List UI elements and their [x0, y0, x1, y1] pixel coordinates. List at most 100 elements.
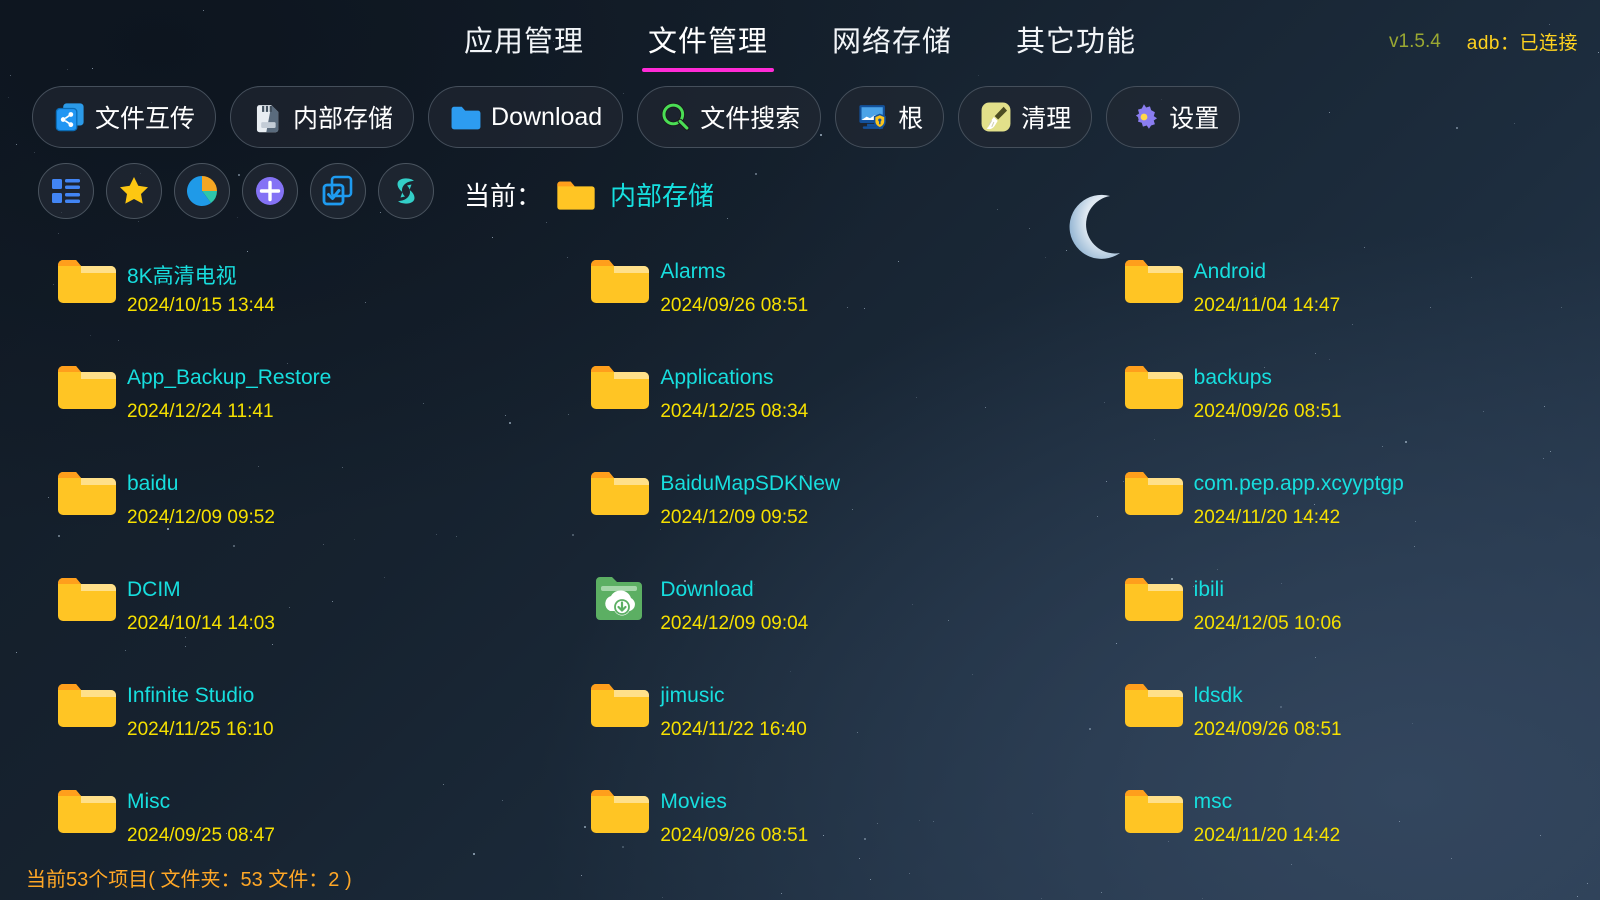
file-name: ibili: [1193, 578, 1224, 601]
file-grid-item[interactable]: ibili 2024/12/05 10:06: [1067, 562, 1600, 668]
nav-tab-3[interactable]: 网络存储: [826, 18, 958, 72]
root-monitor-shield-icon: [856, 100, 890, 134]
file-grid-item[interactable]: jimusic 2024/11/22 16:40: [533, 668, 1066, 774]
folder-icon: [1124, 362, 1184, 412]
status-bar-item-count: 当前53个项目( 文件夹：53 文件：2 ): [26, 869, 352, 891]
file-name: BaiduMapSDKNew: [660, 472, 841, 495]
file-date: 2024/11/04 14:47: [1193, 295, 1341, 316]
folder-icon: [57, 256, 117, 306]
top-header: 应用管理 文件管理 网络存储 其它功能 v1.5.4 adb：已连接: [0, 0, 1600, 76]
file-grid-item[interactable]: Android 2024/11/04 14:47: [1067, 244, 1600, 350]
primary-toolbar: 文件互传 内部存储 Download 文件搜索 根 清理 设置: [32, 86, 1241, 148]
file-grid-item[interactable]: BaiduMapSDKNew 2024/12/09 09:52: [533, 456, 1066, 562]
toolbar-button-文件搜索[interactable]: 文件搜索: [637, 86, 822, 148]
file-name: Android: [1193, 260, 1267, 283]
toolbar-button-label: 文件搜索: [700, 105, 801, 133]
file-grid-item[interactable]: backups 2024/09/26 08:51: [1067, 350, 1600, 456]
file-grid-item[interactable]: msc 2024/11/20 14:42: [1067, 774, 1600, 880]
file-name: DCIM: [127, 578, 181, 601]
folder-icon: [590, 786, 650, 836]
refresh-sync-icon: [388, 173, 424, 209]
action-button-multi-select[interactable]: [310, 163, 366, 219]
toolbar-button-文件互传[interactable]: 文件互传: [32, 86, 217, 148]
file-date: 2024/11/20 14:42: [1193, 825, 1341, 846]
file-grid-item[interactable]: Applications 2024/12/25 08:34: [533, 350, 1066, 456]
folder-icon: [57, 574, 117, 624]
multi-select-icon: [320, 173, 356, 209]
action-button-pie-chart-storage[interactable]: [174, 163, 230, 219]
folder-icon: [1124, 256, 1184, 306]
file-transfer-icon: [53, 100, 87, 134]
file-date: 2024/11/22 16:40: [660, 719, 807, 740]
folder-icon: [590, 256, 650, 306]
toolbar-button-内部存储[interactable]: 内部存储: [230, 86, 415, 148]
file-name: App_Backup_Restore: [127, 366, 332, 389]
search-green-icon: [658, 100, 692, 134]
file-grid-item[interactable]: Movies 2024/09/26 08:51: [533, 774, 1066, 880]
file-date: 2024/09/26 08:51: [1193, 401, 1342, 422]
file-grid: 8K高清电视 2024/10/15 13:44 Alarms 2024/09/26 0…: [0, 244, 1600, 854]
file-name: 8K高清电视: [127, 265, 237, 288]
file-grid-item[interactable]: ldsdk 2024/09/26 08:51: [1067, 668, 1600, 774]
folder-download-icon: [590, 574, 650, 624]
file-name: Alarms: [660, 260, 726, 283]
file-name: Misc: [127, 790, 171, 813]
file-grid-item[interactable]: Infinite Studio 2024/11/25 16:10: [0, 668, 533, 774]
version-label: v1.5.4: [1389, 30, 1441, 52]
breadcrumb: 当前： 内部存储: [464, 176, 714, 213]
file-name: ldsdk: [1193, 684, 1243, 707]
toolbar-button-清理[interactable]: 清理: [958, 86, 1093, 148]
file-name: backups: [1193, 366, 1272, 389]
toolbar-button-根[interactable]: 根: [835, 86, 945, 148]
file-grid-item[interactable]: com.pep.app.xcyyptgp 2024/11/20 14:42: [1067, 456, 1600, 562]
file-date: 2024/10/15 13:44: [127, 295, 275, 316]
folder-icon: [57, 468, 117, 518]
file-date: 2024/12/09 09:52: [127, 507, 275, 528]
nav-tab-4[interactable]: 其它功能: [1010, 18, 1142, 72]
file-date: 2024/09/26 08:51: [660, 295, 809, 316]
list-view-icon: [48, 173, 84, 209]
toolbar-button-设置[interactable]: 设置: [1106, 86, 1241, 148]
header-status-area: v1.5.4 adb：已连接: [1389, 28, 1578, 55]
star-favorites-icon: [116, 173, 152, 209]
toolbar-button-label: 文件互传: [95, 105, 196, 133]
action-button-list-view[interactable]: [38, 163, 94, 219]
file-date: 2024/11/20 14:42: [1193, 507, 1341, 528]
action-button-add-new[interactable]: [242, 163, 298, 219]
nav-tab-1[interactable]: 应用管理: [458, 18, 590, 72]
file-grid-item[interactable]: 8K高清电视 2024/10/15 13:44: [0, 244, 533, 350]
main-nav-tabs: 应用管理 文件管理 网络存储 其它功能: [0, 0, 1600, 72]
file-date: 2024/12/09 09:52: [660, 507, 809, 528]
file-date: 2024/09/26 08:51: [1193, 719, 1342, 740]
file-name: Applications: [660, 366, 774, 389]
toolbar-button-Download[interactable]: Download: [428, 86, 624, 148]
file-name: jimusic: [660, 684, 725, 707]
add-new-icon: [252, 173, 288, 209]
folder-icon: [57, 786, 117, 836]
folder-icon: [1124, 574, 1184, 624]
file-date: 2024/09/25 08:47: [127, 825, 275, 846]
folder-icon: [1124, 468, 1184, 518]
broom-clean-icon: [979, 100, 1013, 134]
sdcard-icon: [251, 100, 285, 134]
file-date: 2024/12/25 08:34: [660, 401, 809, 422]
action-button-refresh-sync[interactable]: [378, 163, 434, 219]
breadcrumb-current-path[interactable]: 内部存储: [610, 176, 714, 213]
toolbar-button-label: 设置: [1169, 105, 1220, 133]
file-grid-item[interactable]: Alarms 2024/09/26 08:51: [533, 244, 1066, 350]
file-grid-item[interactable]: DCIM 2024/10/14 14:03: [0, 562, 533, 668]
action-button-star-favorites[interactable]: [106, 163, 162, 219]
file-grid-item[interactable]: baidu 2024/12/09 09:52: [0, 456, 533, 562]
file-grid-item[interactable]: App_Backup_Restore 2024/12/24 11:41: [0, 350, 533, 456]
toolbar-button-label: 根: [898, 105, 924, 133]
breadcrumb-label: 当前：: [464, 181, 543, 211]
file-grid-item[interactable]: Download 2024/12/09 09:04: [533, 562, 1066, 668]
nav-tab-2[interactable]: 文件管理: [641, 18, 775, 72]
file-name: com.pep.app.xcyyptgp: [1193, 472, 1404, 495]
adb-status-label: adb：已连接: [1466, 33, 1578, 54]
folder-icon: [590, 680, 650, 730]
gear-icon: [1127, 100, 1161, 134]
pie-chart-storage-icon: [184, 173, 220, 209]
file-date: 2024/11/25 16:10: [127, 719, 274, 740]
file-date: 2024/12/05 10:06: [1193, 613, 1342, 634]
